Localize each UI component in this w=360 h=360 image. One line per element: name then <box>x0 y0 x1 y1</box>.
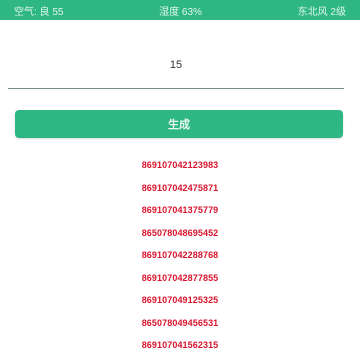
list-item: 869107042877855 <box>141 272 219 283</box>
list-item: 865078049456531 <box>141 317 219 328</box>
count-field[interactable]: 15 <box>8 53 344 91</box>
status-air-quality: 空气: 良 55 <box>14 6 64 18</box>
status-wind: 东北风 2级 <box>297 6 346 18</box>
list-item: 869107041562315 <box>141 340 219 350</box>
list-item: 869107042475871 <box>141 182 219 193</box>
result-list: 869107042123983 869107042475871 86910704… <box>0 154 360 357</box>
list-item: 869107042123983 <box>141 160 219 170</box>
list-item: 865078048695452 <box>141 227 219 238</box>
generate-button[interactable]: 生成 <box>15 110 343 138</box>
status-humidity: 湿度 63% <box>159 6 202 18</box>
list-item: 869107042288768 <box>141 250 219 260</box>
status-bar: 空气: 良 55 湿度 63% 东北风 2级 <box>0 0 360 20</box>
list-item: 869107049125325 <box>141 295 219 305</box>
field-underline <box>8 88 344 89</box>
list-item: 869107041375779 <box>141 205 219 215</box>
count-value[interactable]: 15 <box>8 59 344 71</box>
